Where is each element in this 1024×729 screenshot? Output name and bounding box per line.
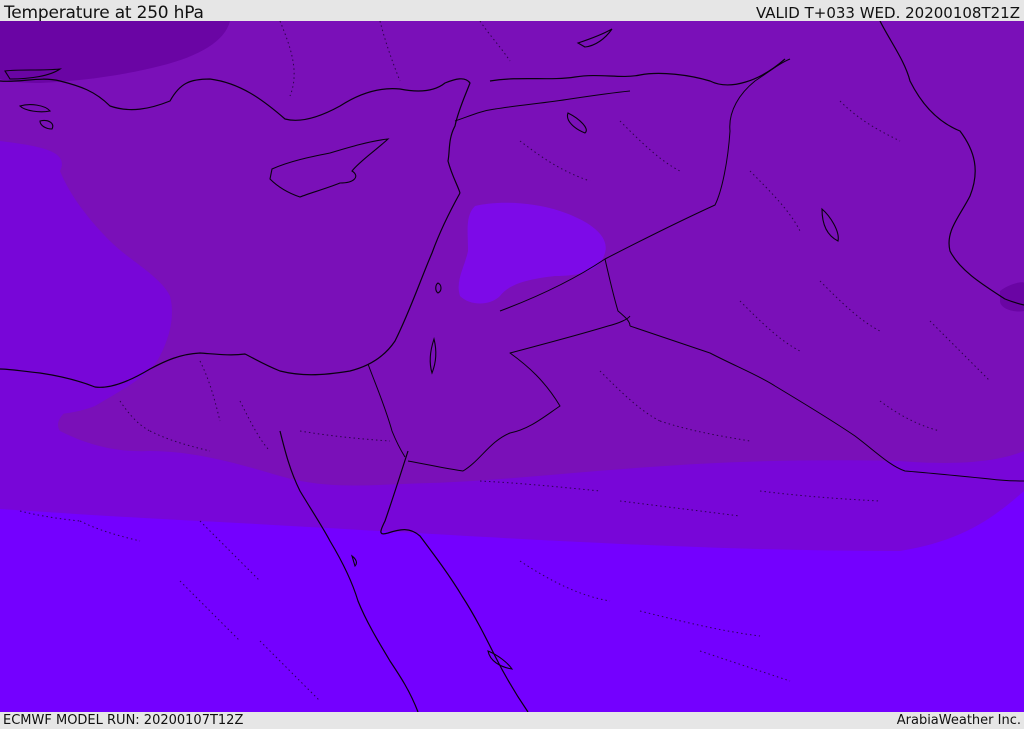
header-bar: Temperature at 250 hPa VALID T+033 WED. … xyxy=(0,0,1024,23)
credit-label: ArabiaWeather Inc. xyxy=(896,713,1021,728)
valid-time: VALID T+033 WED. 20200108T21Z xyxy=(755,4,1020,22)
map-title: Temperature at 250 hPa xyxy=(4,3,204,23)
model-run-label: ECMWF MODEL RUN: 20200107T12Z xyxy=(3,713,244,728)
map-area xyxy=(0,21,1024,712)
footer-bar: ECMWF MODEL RUN: 20200107T12Z ArabiaWeat… xyxy=(0,712,1024,729)
temperature-map xyxy=(0,21,1024,712)
